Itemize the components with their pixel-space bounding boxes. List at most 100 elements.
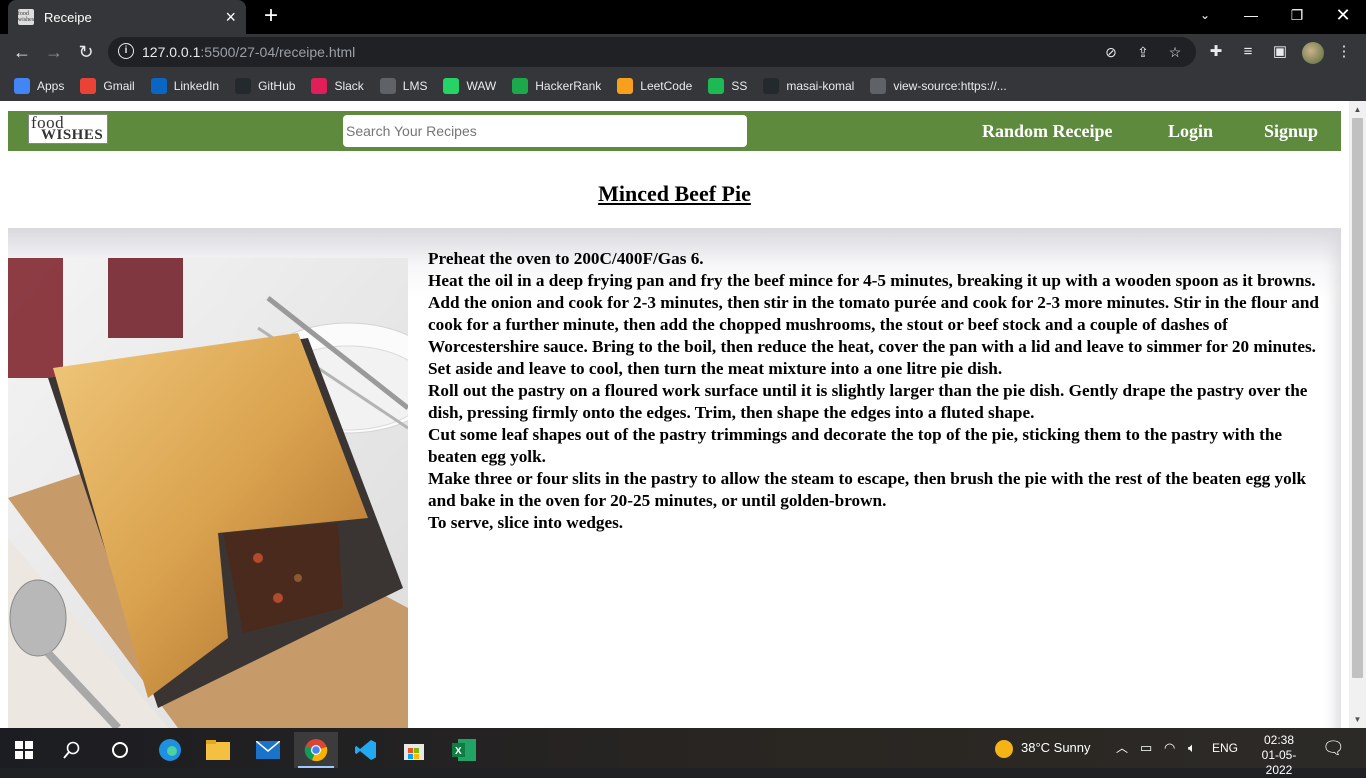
reading-list-icon[interactable]: ≡ [1237, 41, 1259, 63]
tab-search-icon[interactable]: ⌄ [1182, 0, 1228, 30]
recipe-step: Make three or four slits in the pastry t… [428, 469, 1307, 510]
bookmark-label: WAW [466, 78, 497, 93]
beef-pie-photo [8, 258, 408, 728]
vscode-icon[interactable] [344, 732, 388, 768]
bookmark-label: GitHub [258, 78, 296, 93]
bookmark-label: view-source:https://... [893, 78, 1007, 93]
cortana-icon[interactable] [98, 732, 142, 768]
github-icon [763, 77, 780, 94]
new-tab-icon[interactable]: + [258, 4, 284, 30]
restore-icon[interactable]: ❐ [1274, 0, 1320, 30]
scrollbar-thumb[interactable] [1352, 118, 1363, 678]
bookmark-label: masai-komal [786, 78, 855, 93]
tab-strip: food wishes Receipe × + ⌄ — ❐ ✕ [0, 0, 1366, 34]
bookmark-item[interactable]: LMS [379, 70, 427, 101]
windows-start-icon[interactable] [2, 732, 46, 768]
globe-icon [379, 77, 396, 94]
svg-text:X: X [455, 746, 462, 757]
ms-store-icon[interactable] [392, 732, 436, 768]
spotify-icon [708, 77, 725, 94]
recipe-content: Preheat the oven to 200C/400F/Gas 6. Heat… [8, 228, 1341, 728]
bookmark-item[interactable]: LinkedIn [150, 70, 220, 101]
forward-arrow-icon[interactable]: → [40, 38, 68, 66]
site-logo[interactable]: food WISHES [28, 113, 108, 144]
battery-icon[interactable]: ▭ [1140, 728, 1152, 768]
excel-icon[interactable]: X [442, 732, 486, 768]
bookmark-item[interactable]: masai-komal [763, 70, 854, 101]
random-recipe-link[interactable]: Random Receipe [982, 121, 1112, 142]
reload-icon[interactable]: ↻ [72, 38, 100, 66]
share-icon[interactable]: ⇪ [1132, 42, 1154, 62]
bookmark-item[interactable]: HackerRank [512, 70, 601, 101]
login-link[interactable]: Login [1168, 121, 1213, 142]
bookmark-item[interactable]: GitHub [235, 70, 295, 101]
notification-icon[interactable]: 🗨︎ [1322, 728, 1345, 768]
side-panel-icon[interactable]: ▣ [1269, 41, 1291, 63]
leetcode-icon [617, 77, 634, 94]
bookmark-item[interactable]: LeetCode [617, 70, 692, 101]
recipe-steps: Preheat the oven to 200C/400F/Gas 6. Heat… [428, 248, 1333, 534]
extensions-puzzle-icon[interactable]: ✚ [1205, 41, 1227, 63]
page-viewport: food WISHES Random Receipe Login Signup … [0, 101, 1366, 728]
show-hidden-icons-icon[interactable]: ︿ [1116, 728, 1128, 768]
scroll-up-arrow-icon[interactable]: ▲ [1349, 101, 1366, 118]
browser-toolbar: ← → ↻ i 127.0.0.1:5500/27-04/receipe.htm… [0, 34, 1366, 70]
menu-kebab-icon[interactable]: ⋮ [1333, 41, 1355, 63]
bookmark-label: LinkedIn [173, 78, 220, 93]
file-explorer-icon[interactable] [196, 732, 240, 768]
bookmark-item[interactable]: SS [708, 70, 747, 101]
tab-close-icon[interactable]: × [225, 8, 236, 26]
site-favicon: food wishes [17, 9, 35, 25]
sun-icon [995, 739, 1013, 758]
url-host: 127.0.0.1 [142, 44, 201, 60]
bookmark-item[interactable]: view-source:https://... [870, 70, 1007, 101]
page-scrollbar[interactable]: ▲ ▼ [1349, 101, 1366, 728]
bookmark-label: Apps [37, 78, 65, 93]
site-navbar: food WISHES Random Receipe Login Signup [8, 111, 1341, 151]
address-bar[interactable]: i 127.0.0.1:5500/27-04/receipe.html ⊘ ⇪ … [108, 37, 1196, 67]
recipe-step: Preheat the oven to 200C/400F/Gas 6. [428, 249, 704, 268]
profile-avatar[interactable] [1302, 42, 1324, 64]
slack-icon [311, 77, 328, 94]
whatsapp-icon [443, 77, 460, 94]
signup-link[interactable]: Signup [1264, 121, 1318, 142]
bookmark-label: LeetCode [640, 78, 693, 93]
edge-icon[interactable] [148, 732, 192, 768]
bookmark-item[interactable]: WAW [443, 70, 496, 101]
volume-icon[interactable]: 🔈︎ [1188, 728, 1196, 768]
bookmark-item[interactable]: Gmail [80, 70, 135, 101]
linkedin-icon [150, 77, 167, 94]
eye-off-icon[interactable]: ⊘ [1100, 42, 1122, 62]
chrome-icon[interactable] [294, 732, 338, 768]
bookmark-item[interactable]: Apps [14, 70, 64, 101]
recipe-step: Add the onion and cook for 2-3 minutes, … [428, 293, 1319, 378]
minimize-icon[interactable]: — [1228, 0, 1274, 30]
bookmark-item[interactable]: Slack [311, 70, 364, 101]
bookmarks-bar: Apps Gmail LinkedIn GitHub Slack LMS WAW Hacker… [0, 70, 1366, 101]
bookmark-star-icon[interactable]: ☆ [1164, 42, 1186, 62]
clock[interactable]: 02:38 01-05-2022 [1249, 728, 1309, 777]
search-icon[interactable] [50, 732, 94, 768]
bookmark-label: HackerRank [535, 78, 602, 93]
gmail-icon [80, 77, 97, 94]
window-close-icon[interactable]: ✕ [1320, 0, 1366, 30]
apps-grid-icon [14, 77, 30, 94]
windows-taskbar: X 38°C Sunny ︿ ▭ ◠ 🔈︎ ENG 02:38 01-05-20… [0, 728, 1366, 777]
scroll-down-arrow-icon[interactable]: ▼ [1349, 711, 1366, 728]
github-icon [235, 77, 252, 94]
recipe-step: Roll out the pastry on a floured work su… [428, 381, 1308, 422]
url-text[interactable]: 127.0.0.1:5500/27-04/receipe.html [142, 44, 355, 60]
recipe-image [8, 258, 408, 728]
weather-widget[interactable]: 38°C Sunny [995, 728, 1091, 768]
site-info-icon[interactable]: i [118, 43, 134, 59]
bookmark-label: Gmail [103, 78, 135, 93]
wifi-icon[interactable]: ◠ [1164, 728, 1175, 768]
recipe-search-input[interactable] [343, 115, 747, 147]
back-arrow-icon[interactable]: ← [8, 38, 36, 66]
browser-tab[interactable]: food wishes Receipe × [8, 0, 246, 34]
language-indicator[interactable]: ENG [1212, 728, 1238, 768]
mail-icon[interactable] [246, 732, 290, 768]
weather-text: 38°C Sunny [1021, 740, 1091, 755]
globe-icon [870, 77, 887, 94]
recipe-title: Minced Beef Pie [598, 181, 751, 206]
